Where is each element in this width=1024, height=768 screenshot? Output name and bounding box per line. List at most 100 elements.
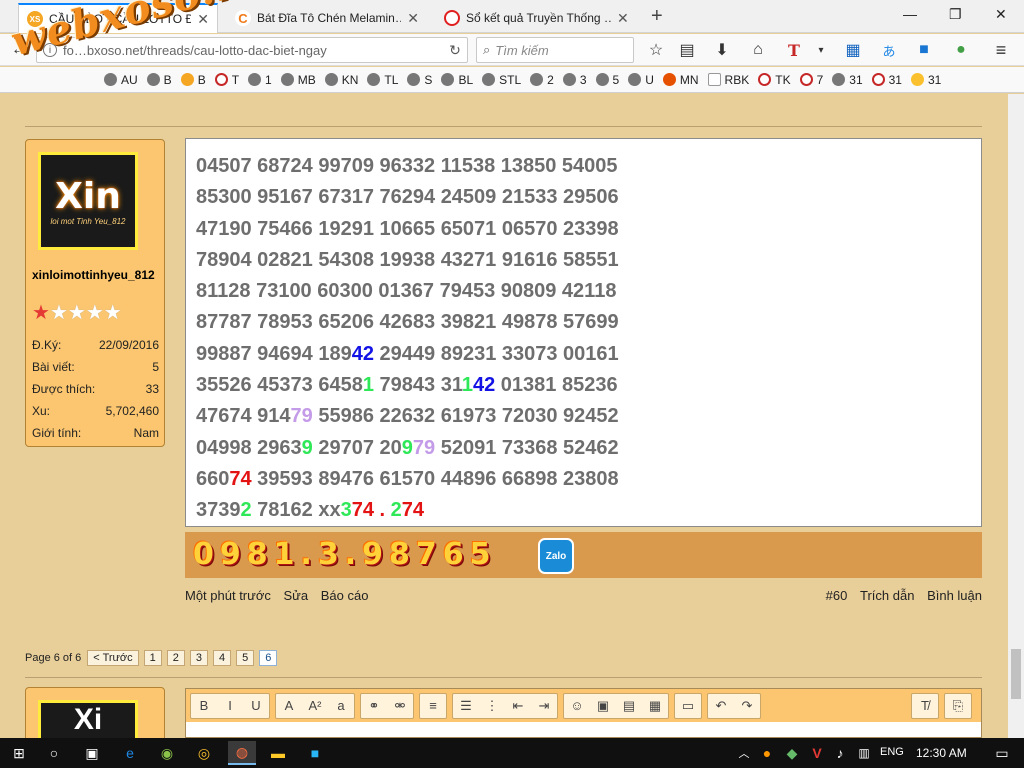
- avatar[interactable]: Xin loi mot Tinh Yeu_812: [38, 152, 138, 250]
- undo-icon[interactable]: ↶: [708, 694, 734, 718]
- bookmark-mb[interactable]: MB: [280, 73, 316, 87]
- italic-icon[interactable]: I: [217, 694, 243, 718]
- dropdown-icon[interactable]: ▾: [810, 39, 832, 61]
- firefox-icon[interactable]: ◍: [228, 741, 256, 765]
- file-explorer-icon[interactable]: ▬: [266, 741, 290, 765]
- bold-icon[interactable]: B: [191, 694, 217, 718]
- notifications-icon[interactable]: ▭: [990, 741, 1014, 765]
- bookmark-s[interactable]: S: [407, 73, 432, 87]
- extension-flag-icon[interactable]: ▦: [842, 39, 864, 61]
- unlink-icon[interactable]: ⚮: [387, 694, 413, 718]
- bullet-list-icon[interactable]: ☰: [453, 694, 479, 718]
- prev-page-button[interactable]: < Trước: [87, 650, 139, 666]
- bookmark-b-xs[interactable]: B: [180, 73, 206, 87]
- media-icon[interactable]: ▤: [616, 694, 642, 718]
- new-tab-button[interactable]: +: [651, 5, 663, 28]
- chrome-icon[interactable]: ◎: [192, 741, 216, 765]
- toggle-bbcode-icon[interactable]: ⎘: [945, 694, 971, 718]
- clock[interactable]: 12:30 AM: [916, 746, 967, 760]
- app-icon[interactable]: ◉: [155, 741, 179, 765]
- language-indicator[interactable]: ENG: [880, 746, 904, 758]
- page-link-1[interactable]: 1: [143, 650, 162, 666]
- font-color-icon[interactable]: A: [276, 694, 302, 718]
- avatar[interactable]: Xi: [38, 700, 138, 738]
- remove-format-icon[interactable]: T̸: [912, 694, 938, 718]
- more-insert-icon[interactable]: ▦: [642, 694, 668, 718]
- bookmark-5[interactable]: 5: [595, 73, 619, 87]
- cortana-icon[interactable]: ○: [42, 741, 66, 765]
- number-list-icon[interactable]: ⋮: [479, 694, 505, 718]
- outdent-icon[interactable]: ⇤: [505, 694, 531, 718]
- image-icon[interactable]: ▣: [590, 694, 616, 718]
- align-icon[interactable]: ≡: [420, 694, 446, 718]
- smiley-icon[interactable]: ☺: [564, 694, 590, 718]
- tab-so-ket-qua[interactable]: Sổ kết quả Truyền Thống … ✕: [436, 3, 638, 33]
- tray-app-icon[interactable]: ●: [755, 741, 779, 765]
- home-icon[interactable]: ⌂: [747, 39, 769, 61]
- bookmark-star-icon[interactable]: ☆: [645, 39, 667, 61]
- indent-icon[interactable]: ⇥: [531, 694, 557, 718]
- scrollbar-thumb[interactable]: [1011, 649, 1021, 699]
- bookmark-bl[interactable]: BL: [441, 73, 473, 87]
- windows-start-icon[interactable]: ⊞: [7, 741, 31, 765]
- username-link[interactable]: xinloimottinhyeu_812: [32, 268, 158, 283]
- translate-t-icon[interactable]: T: [783, 39, 805, 61]
- bookmark-b[interactable]: B: [146, 73, 172, 87]
- tab-bat-dia[interactable]: C Bát Đĩa Tô Chén Melamin… ✕: [227, 3, 427, 33]
- post-number-link[interactable]: #60: [826, 588, 848, 603]
- translate-icon[interactable]: あ: [878, 39, 900, 61]
- reply-editor[interactable]: B I U A A² a ⚭ ⚮ ≡ ☰ ⋮ ⇤ ⇥ ☺ ▣ ▤ ▦ ▭ ↶ ↷ T̸ ⎘: [185, 688, 982, 738]
- post-time[interactable]: Một phút trước: [185, 588, 271, 603]
- speaker-icon[interactable]: ♪: [828, 741, 852, 765]
- close-tab-icon[interactable]: ✕: [617, 10, 629, 27]
- restore-button[interactable]: ❐: [949, 6, 962, 23]
- underline-icon[interactable]: U: [243, 694, 269, 718]
- edge-icon[interactable]: e: [118, 741, 142, 765]
- bookmark-31a[interactable]: 31: [832, 73, 863, 87]
- redo-icon[interactable]: ↷: [734, 694, 760, 718]
- network-icon[interactable]: ▥: [852, 741, 876, 765]
- reader-list-icon[interactable]: ▤: [676, 39, 698, 61]
- bookmark-rbk[interactable]: RBK: [707, 73, 749, 87]
- minimize-button[interactable]: —: [903, 6, 917, 22]
- page-link-current[interactable]: 6: [259, 650, 278, 666]
- bookmark-3[interactable]: 3: [562, 73, 587, 87]
- reload-icon[interactable]: ↻: [443, 42, 467, 59]
- page-link-4[interactable]: 4: [213, 650, 232, 666]
- zalo-icon[interactable]: Zalo: [538, 538, 574, 574]
- close-window-button[interactable]: ✕: [995, 6, 1007, 23]
- task-view-icon[interactable]: ▣: [80, 741, 104, 765]
- bookmark-tk[interactable]: TK: [758, 73, 791, 87]
- grammarly-icon[interactable]: ●: [950, 39, 972, 61]
- font-family-icon[interactable]: a: [328, 694, 354, 718]
- comment-link[interactable]: Bình luận: [927, 588, 982, 603]
- bookmark-1[interactable]: 1: [248, 73, 272, 87]
- bookmark-7[interactable]: 7: [799, 73, 823, 87]
- tray-v-icon[interactable]: V: [805, 741, 829, 765]
- tray-chevron-icon[interactable]: ︿: [732, 741, 756, 765]
- page-link-5[interactable]: 5: [236, 650, 255, 666]
- zalo-taskbar-icon[interactable]: ■: [303, 741, 327, 765]
- link-icon[interactable]: ⚭: [361, 694, 387, 718]
- bookmark-31b[interactable]: 31: [871, 73, 902, 87]
- bookmark-u[interactable]: U: [628, 73, 654, 87]
- font-size-icon[interactable]: A²: [302, 694, 328, 718]
- bookmark-stl[interactable]: STL: [482, 73, 521, 87]
- quote-link[interactable]: Trích dẫn: [860, 588, 914, 603]
- bookmark-kn[interactable]: KN: [324, 73, 358, 87]
- page-link-3[interactable]: 3: [189, 650, 208, 666]
- bookmark-t[interactable]: T: [214, 73, 239, 87]
- bookmark-au[interactable]: AU: [104, 73, 138, 87]
- bookmark-mn[interactable]: MN: [662, 73, 699, 87]
- bookmark-31c[interactable]: 31: [910, 73, 941, 87]
- bookmark-2[interactable]: 2: [530, 73, 554, 87]
- edit-link[interactable]: Sửa: [284, 588, 309, 603]
- page-link-2[interactable]: 2: [166, 650, 185, 666]
- page-scrollbar[interactable]: [1008, 94, 1024, 738]
- tray-network-app-icon[interactable]: ◆: [780, 741, 804, 765]
- extension-book-icon[interactable]: ■: [913, 39, 935, 61]
- search-input[interactable]: ⌕ Tìm kiếm: [476, 37, 634, 63]
- report-link[interactable]: Báo cáo: [321, 588, 369, 603]
- download-icon[interactable]: ⬇: [711, 39, 733, 61]
- close-tab-icon[interactable]: ✕: [407, 10, 419, 27]
